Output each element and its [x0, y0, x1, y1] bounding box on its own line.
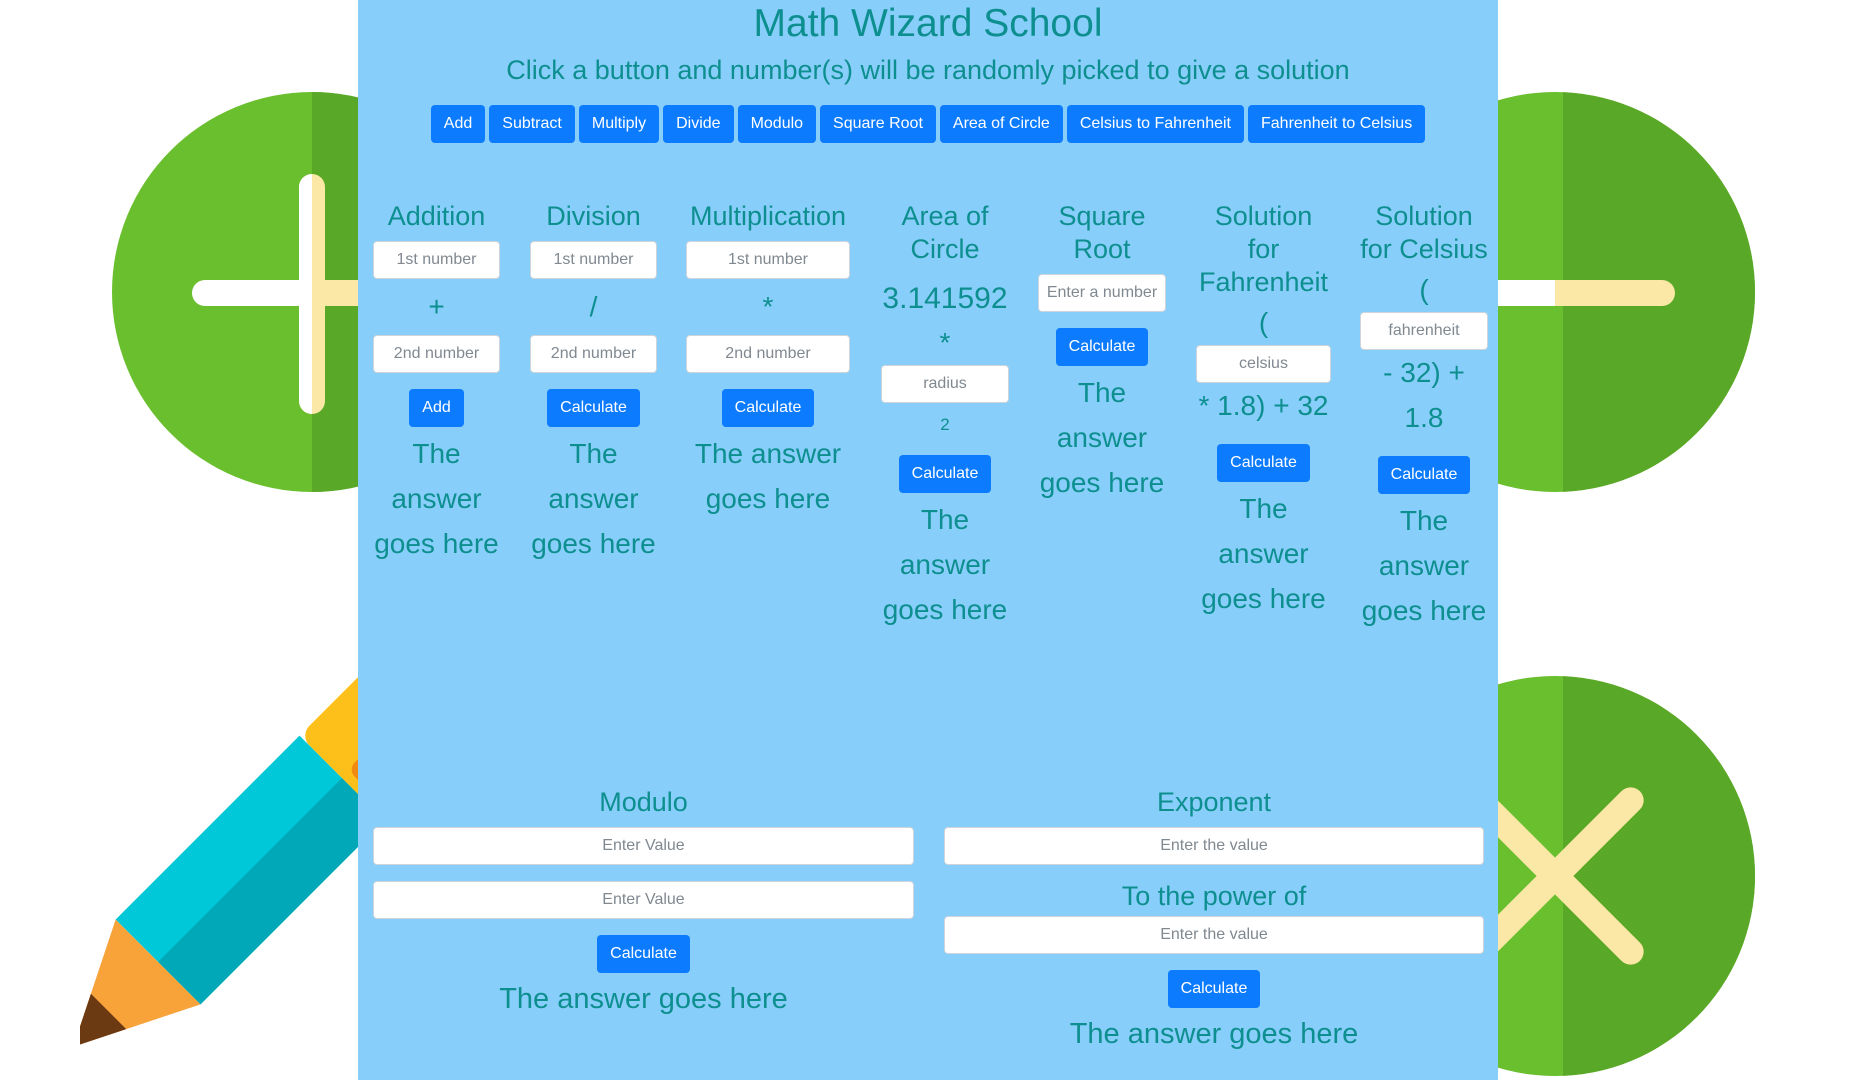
- square-root-section: Square Root Calculate The answer goes he…: [1038, 200, 1166, 505]
- addition-answer: The answer goes here: [374, 438, 499, 559]
- area-of-circle-answer: The answer goes here: [882, 504, 1008, 625]
- division-second-input[interactable]: [530, 335, 657, 373]
- add-random-button[interactable]: Add: [430, 105, 486, 143]
- celsius-formula: - 32) + 1.8: [1383, 357, 1465, 433]
- celsius-answer: The answer goes here: [1361, 505, 1487, 626]
- celsius-calculate-button[interactable]: Calculate: [1377, 456, 1471, 494]
- radius-exponent: 2: [940, 415, 950, 434]
- square-root-input[interactable]: [1038, 274, 1166, 312]
- fahrenheit-to-celsius-random-button[interactable]: Fahrenheit to Celsius: [1248, 105, 1426, 143]
- fahrenheit-calculate-button[interactable]: Calculate: [1217, 444, 1310, 482]
- square-root-answer: The answer goes here: [1039, 377, 1165, 498]
- pi-value: 3.141592: [882, 282, 1008, 315]
- modulo-section: Modulo Calculate The answer goes here: [373, 785, 914, 1019]
- exponent-power-input[interactable]: [944, 916, 1484, 954]
- square-root-title: Square Root: [1058, 201, 1146, 264]
- division-calculate-button[interactable]: Calculate: [547, 389, 640, 427]
- addition-first-input[interactable]: [373, 241, 500, 279]
- division-section: Division / Calculate The answer goes her…: [530, 200, 657, 566]
- exponent-title: Exponent: [1156, 787, 1272, 817]
- multiplication-answer: The answer goes here: [694, 438, 842, 514]
- fahrenheit-section: Solution for Fahrenheit ( * 1.8) + 32 Ca…: [1196, 200, 1331, 621]
- addition-section: Addition + Add The answer goes here: [373, 200, 500, 566]
- page-subtitle: Click a button and number(s) will be ran…: [506, 55, 1350, 85]
- square-root-random-button[interactable]: Square Root: [820, 105, 936, 143]
- fahrenheit-answer: The answer goes here: [1201, 493, 1326, 614]
- celsius-open-paren: (: [1419, 274, 1429, 305]
- page-title: Math Wizard School: [753, 2, 1103, 45]
- division-title: Division: [546, 201, 641, 231]
- modulo-title: Modulo: [599, 787, 688, 817]
- division-answer: The answer goes here: [531, 438, 656, 559]
- modulo-first-input[interactable]: [373, 827, 914, 865]
- subtract-random-button[interactable]: Subtract: [489, 105, 575, 143]
- area-of-circle-title: Area of Circle: [901, 201, 989, 264]
- division-operator: /: [589, 291, 598, 322]
- multiplication-title: Multiplication: [689, 201, 847, 231]
- modulo-random-button[interactable]: Modulo: [737, 105, 817, 143]
- multiplication-first-input[interactable]: [686, 241, 850, 279]
- multiplication-operator: *: [762, 291, 774, 322]
- addition-title: Addition: [387, 201, 486, 231]
- main-panel: Math Wizard School Click a button and nu…: [358, 0, 1498, 1080]
- addition-add-button[interactable]: Add: [409, 389, 464, 427]
- power-label: To the power of: [1121, 881, 1307, 911]
- celsius-section: Solution for Celsius ( - 32) + 1.8 Calcu…: [1360, 200, 1488, 633]
- modulo-answer: The answer goes here: [499, 983, 788, 1015]
- divide-random-button[interactable]: Divide: [663, 105, 734, 143]
- modulo-second-input[interactable]: [373, 881, 914, 919]
- radius-input[interactable]: [881, 365, 1009, 403]
- division-first-input[interactable]: [530, 241, 657, 279]
- celsius-input[interactable]: [1196, 345, 1331, 383]
- multiply-random-button[interactable]: Multiply: [578, 105, 660, 143]
- addition-operator: +: [428, 291, 445, 322]
- operation-toolbar: Add Subtract Multiply Divide Modulo Squa…: [358, 105, 1498, 143]
- modulo-calculate-button[interactable]: Calculate: [597, 935, 690, 973]
- exponent-calculate-button[interactable]: Calculate: [1167, 970, 1261, 1008]
- fahrenheit-formula: * 1.8) + 32: [1198, 390, 1329, 421]
- fahrenheit-open-paren: (: [1258, 307, 1269, 338]
- exponent-answer: The answer goes here: [1069, 1018, 1359, 1050]
- exponent-base-input[interactable]: [944, 827, 1484, 865]
- multiplication-calculate-button[interactable]: Calculate: [721, 389, 815, 427]
- fahrenheit-title: Solution for Fahrenheit: [1198, 201, 1329, 297]
- area-of-circle-calculate-button[interactable]: Calculate: [898, 455, 992, 493]
- addition-second-input[interactable]: [373, 335, 500, 373]
- fahrenheit-input[interactable]: [1360, 312, 1488, 350]
- exponent-section: Exponent To the power of Calculate The a…: [944, 785, 1484, 1054]
- area-of-circle-section: Area of Circle 3.141592 * 2 Calculate Th…: [881, 200, 1009, 632]
- multiplication-second-input[interactable]: [686, 335, 850, 373]
- area-of-circle-operator: *: [939, 327, 951, 358]
- celsius-title: Solution for Celsius: [1360, 201, 1488, 264]
- square-root-calculate-button[interactable]: Calculate: [1055, 328, 1149, 366]
- area-of-circle-random-button[interactable]: Area of Circle: [939, 105, 1063, 143]
- multiplication-section: Multiplication * Calculate The answer go…: [686, 200, 850, 521]
- celsius-to-fahrenheit-random-button[interactable]: Celsius to Fahrenheit: [1066, 105, 1244, 143]
